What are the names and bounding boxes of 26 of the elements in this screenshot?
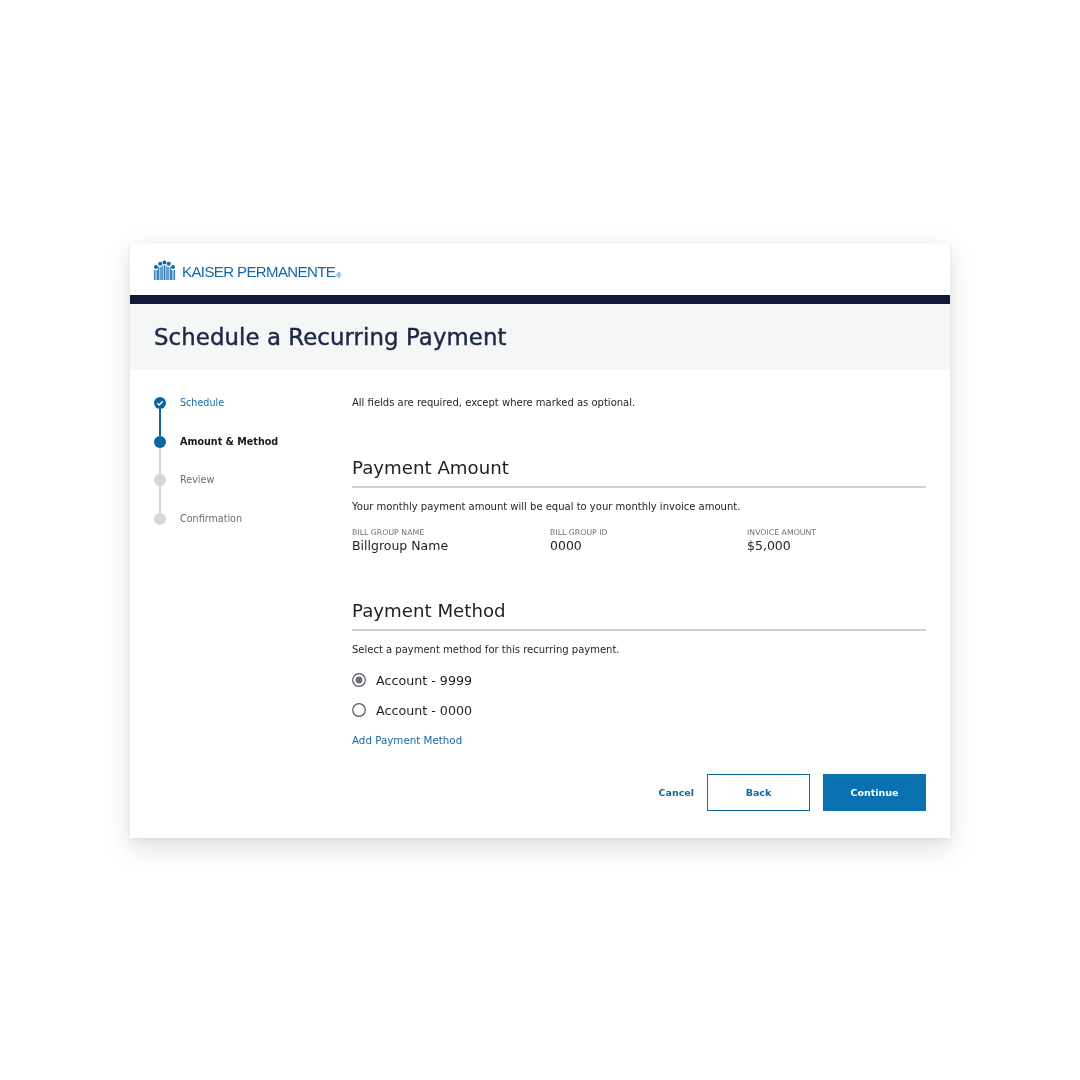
account-radio-option[interactable]: Account - 0000 bbox=[352, 702, 473, 718]
field-value: 0000 bbox=[550, 539, 583, 553]
section-description: Select a payment method for this recurring payment. bbox=[352, 644, 620, 656]
step-label[interactable]: Review bbox=[180, 474, 215, 486]
step-label[interactable]: Confirmation bbox=[180, 512, 243, 525]
logo-icon bbox=[153, 258, 176, 280]
account-radio-option[interactable]: Account - 9999 bbox=[352, 672, 473, 688]
section-description: Your monthly payment amount will be equal to your monthly invoice amount. bbox=[352, 501, 741, 513]
cancel-link[interactable]: Cancel bbox=[658, 786, 694, 799]
back-button[interactable]: Back bbox=[707, 774, 810, 811]
field-value: $5,000 bbox=[747, 539, 792, 553]
field-value: Billgroup Name bbox=[352, 539, 449, 553]
radio-button-icon[interactable] bbox=[352, 673, 366, 687]
step-label[interactable]: Amount & Method bbox=[180, 435, 279, 448]
section-heading: Payment Method bbox=[352, 601, 506, 621]
add-payment-method-link[interactable]: Add Payment Method bbox=[352, 734, 463, 746]
page-title: Schedule a Recurring Payment bbox=[154, 323, 507, 351]
brand-name: KAISER PERMANENTE bbox=[182, 263, 336, 280]
step-connector bbox=[159, 447, 161, 474]
step-connector bbox=[159, 486, 161, 513]
continue-button[interactable]: Continue bbox=[823, 774, 926, 811]
step-connector bbox=[159, 409, 161, 436]
section-heading: Payment Amount bbox=[352, 458, 509, 478]
radio-button-icon[interactable] bbox=[352, 703, 366, 717]
step-label[interactable]: Schedule bbox=[180, 397, 225, 409]
required-note: All fields are required, except where marked as optional. bbox=[352, 397, 636, 409]
